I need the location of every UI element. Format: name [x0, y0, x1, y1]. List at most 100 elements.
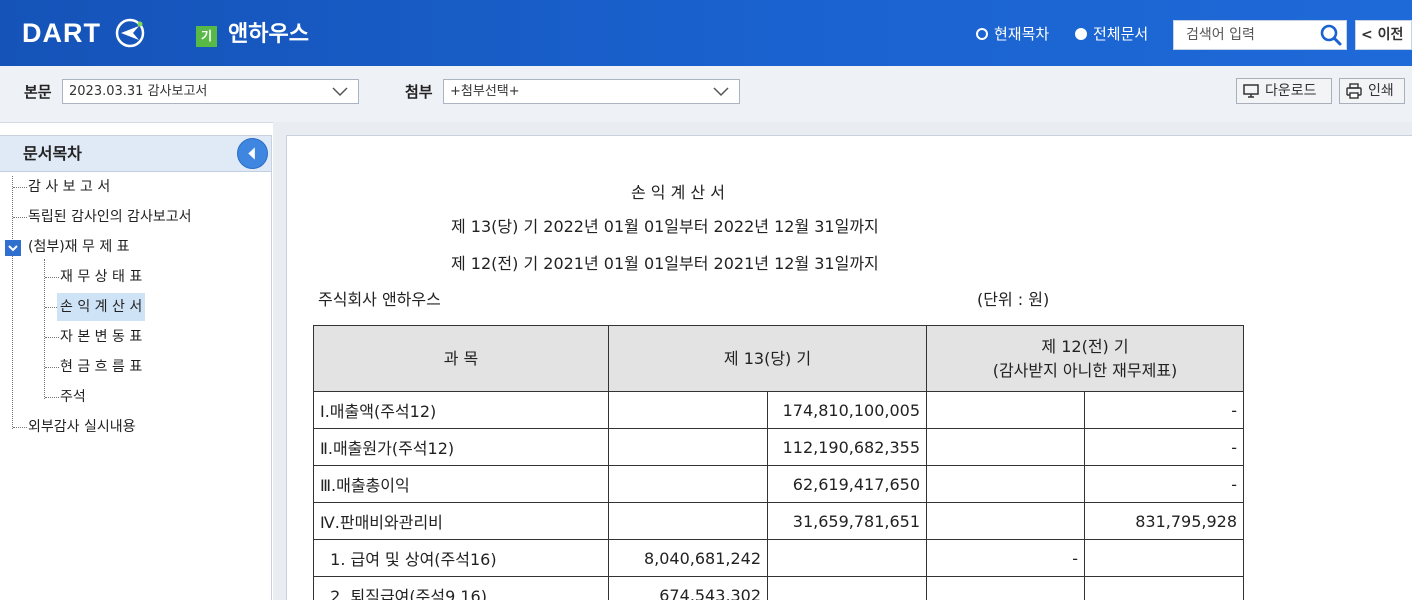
toc-item-equity-changes[interactable]: 자 본 변 동 표: [60, 327, 142, 347]
cell-prior-detail: [926, 502, 1085, 540]
search-icon[interactable]: [1318, 23, 1344, 47]
unit-label: (단위 : 원): [977, 290, 1050, 309]
cell-current-total: [767, 576, 927, 600]
header-prior-line1: 제 12(전) 기: [1041, 336, 1129, 356]
cell-current-total: 62,619,417,650: [767, 465, 927, 503]
cell-prior-detail: [926, 576, 1085, 600]
chevron-down-icon: [332, 87, 348, 97]
toc-item-income-statement[interactable]: 손 익 계 산 서: [57, 293, 146, 321]
printer-icon: [1346, 83, 1362, 99]
tree-branch: [13, 187, 27, 188]
attach-select[interactable]: +첨부선택+: [443, 79, 740, 104]
radio-all-label: 전체문서: [1093, 25, 1149, 43]
toc-item-notes[interactable]: 주석: [60, 387, 86, 407]
tree-line: [12, 176, 13, 429]
statement-title: 손 익 계 산 서: [631, 183, 725, 202]
cell-current-total: 112,190,682,355: [767, 428, 927, 466]
cell-prior-total: -: [1084, 428, 1244, 466]
company-name: 주식회사 앤하우스: [318, 290, 441, 309]
radio-current-label: 현재목차: [994, 25, 1050, 43]
cell-prior-detail: [926, 391, 1085, 429]
attach-select-value: +첨부선택+: [450, 84, 520, 99]
cell-prior-total: [1084, 576, 1244, 600]
cell-prior-detail: -: [926, 539, 1085, 577]
print-label: 인쇄: [1368, 83, 1394, 99]
collapse-panel-icon[interactable]: [237, 138, 268, 169]
toc-item-balance-sheet[interactable]: 재 무 상 태 표: [60, 267, 142, 287]
tree-branch: [45, 337, 59, 338]
toc-item-audit-report[interactable]: 감 사 보 고 서: [28, 177, 110, 197]
cell-prior-total: -: [1084, 391, 1244, 429]
header-account: 과 목: [313, 325, 609, 392]
cell-prior-total: 831,795,928: [1084, 502, 1244, 540]
toc-item-external-audit[interactable]: 외부감사 실시내용: [28, 417, 136, 437]
table-header-row: 과 목 제 13(당) 기 제 12(전) 기 (감사받지 아니한 재무제표): [313, 325, 1244, 392]
cell-account: 1. 급여 및 상여(주석16): [313, 539, 609, 577]
tree-line: [44, 259, 45, 399]
table-row: Ⅲ.매출총이익 62,619,417,650 -: [313, 465, 1244, 503]
dart-logo-mark-icon: [115, 18, 145, 48]
header-prior-line2: (감사받지 아니한 재무제표): [992, 360, 1178, 380]
radio-current-toc[interactable]: 현재목차: [976, 24, 1049, 44]
cell-account: Ⅳ.판매비와관리비: [313, 502, 609, 540]
main-doc-label: 본문: [24, 83, 52, 101]
table-row: Ⅳ.판매비와관리비 31,659,781,651 831,795,928: [313, 502, 1244, 540]
prev-button-label: 이전: [1377, 27, 1404, 43]
table-row: Ⅱ.매출원가(주석12) 112,190,682,355 -: [313, 428, 1244, 466]
period-current: 제 13(당) 기 2022년 01월 01일부터 2022년 12월 31일까…: [451, 217, 879, 236]
tree-expanded-icon[interactable]: [5, 240, 21, 256]
cell-current-detail: 8,040,681,242: [608, 539, 768, 577]
cell-prior-total: -: [1084, 465, 1244, 503]
tree-branch: [45, 367, 59, 368]
toc-title: 문서목차: [23, 144, 82, 163]
tree-branch: [45, 277, 59, 278]
attach-label: 첨부: [405, 83, 433, 101]
cell-prior-detail: [926, 465, 1085, 503]
corp-type-badge: 기: [196, 26, 217, 47]
tree-branch: [13, 427, 27, 428]
cell-current-total: 31,659,781,651: [767, 502, 927, 540]
cell-current-detail: 674,543,302: [608, 576, 768, 600]
cell-prior-detail: [926, 428, 1085, 466]
table-row: 1. 급여 및 상여(주석16) 8,040,681,242 -: [313, 539, 1244, 577]
cell-account: Ⅱ.매출원가(주석12): [313, 428, 609, 466]
prev-button[interactable]: < 이전: [1355, 20, 1412, 50]
cell-current-detail: [608, 391, 768, 429]
toolbar: 본문 2023.03.31 감사보고서 첨부 +첨부선택+ 다운로드 인쇄: [0, 66, 1412, 123]
table-row: Ⅰ.매출액(주석12) 174,810,100,005 -: [313, 391, 1244, 429]
dart-logo[interactable]: DART: [22, 17, 101, 49]
document-viewer: 손 익 계 산 서 제 13(당) 기 2022년 01월 01일부터 2022…: [286, 135, 1412, 600]
cell-current-detail: [608, 465, 768, 503]
radio-unchecked-icon[interactable]: [976, 28, 988, 40]
download-button[interactable]: 다운로드: [1236, 78, 1332, 104]
main-doc-select-value: 2023.03.31 감사보고서: [69, 84, 208, 99]
cell-current-detail: [608, 428, 768, 466]
tree-branch: [45, 397, 59, 398]
income-statement-table: 과 목 제 13(당) 기 제 12(전) 기 (감사받지 아니한 재무제표) …: [313, 325, 1244, 600]
main-doc-select[interactable]: 2023.03.31 감사보고서: [62, 79, 359, 104]
toc-panel: 문서목차 감 사 보 고 서 독립된 감사인의 감사보고서 (첨부)재 무 제 …: [0, 135, 272, 600]
toc-header: 문서목차: [0, 136, 271, 172]
cell-current-total: [767, 539, 927, 577]
chevron-down-icon: [713, 87, 729, 97]
radio-checked-icon[interactable]: [1075, 28, 1087, 40]
print-button[interactable]: 인쇄: [1339, 78, 1405, 104]
tree-branch: [13, 217, 27, 218]
table-row: 2. 퇴직급여(주석9,16) 674,543,302: [313, 576, 1244, 600]
cell-prior-total: [1084, 539, 1244, 577]
search-box: [1173, 20, 1347, 50]
monitor-download-icon: [1243, 84, 1259, 98]
cell-current-total: 174,810,100,005: [767, 391, 927, 429]
download-label: 다운로드: [1265, 83, 1317, 99]
header-prior-period: 제 12(전) 기 (감사받지 아니한 재무제표): [926, 325, 1244, 392]
radio-all-docs[interactable]: 전체문서: [1075, 24, 1148, 44]
search-input[interactable]: [1174, 21, 1326, 49]
cell-account: Ⅲ.매출총이익: [313, 465, 609, 503]
toc-item-financial-statements[interactable]: (첨부)재 무 제 표: [28, 237, 130, 257]
cell-account: 2. 퇴직급여(주석9,16): [313, 576, 609, 600]
toc-item-independent-auditor[interactable]: 독립된 감사인의 감사보고서: [28, 207, 191, 227]
toc-item-cash-flow[interactable]: 현 금 흐 름 표: [60, 357, 142, 377]
period-prior: 제 12(전) 기 2021년 01월 01일부터 2021년 12월 31일까…: [451, 254, 879, 273]
cell-current-detail: [608, 502, 768, 540]
cell-account: Ⅰ.매출액(주석12): [313, 391, 609, 429]
